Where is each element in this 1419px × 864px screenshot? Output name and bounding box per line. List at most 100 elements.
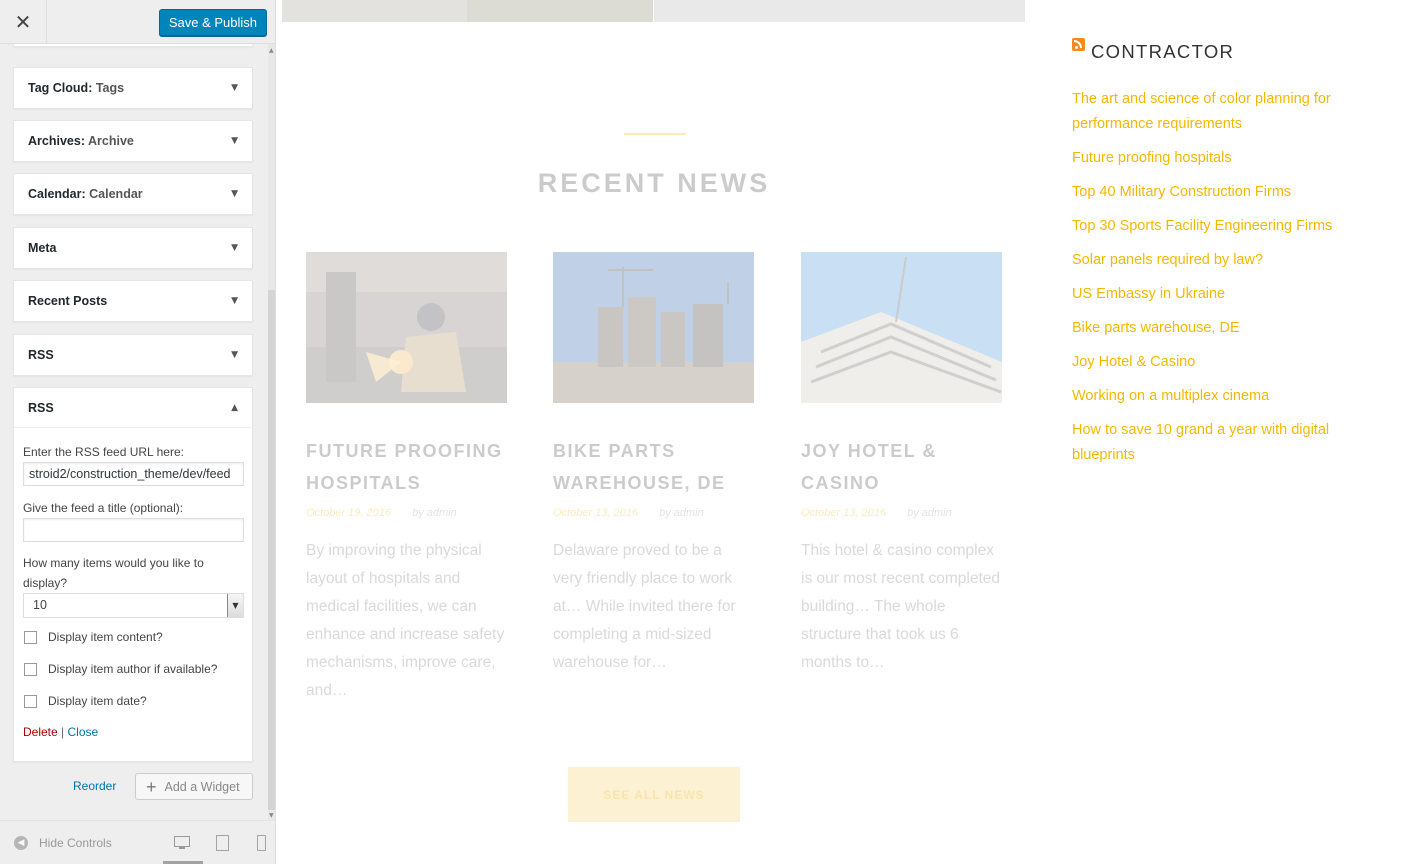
display-content-checkbox[interactable] [24, 631, 37, 644]
feed-url-input[interactable]: stroid2/construction_theme/dev/feed [23, 462, 244, 486]
rss-feed-item[interactable]: Working on a multiplex cinema [1072, 384, 1392, 409]
post-title[interactable]: BIKE PARTS WAREHOUSE, DE [553, 435, 754, 499]
post-meta: October 13, 2016 by admin [801, 507, 1002, 519]
rss-feed-item[interactable]: How to save 10 grand a year with digital… [1072, 418, 1392, 468]
section-title: RECENT NEWS [537, 168, 771, 198]
post-author[interactable]: by admin [659, 507, 704, 519]
rss-feed-item[interactable]: Top 30 Sports Facility Engineering Firms [1072, 214, 1392, 239]
display-author-checkbox[interactable] [24, 663, 37, 676]
feed-title-label: Give the feed a title (optional): [23, 501, 184, 515]
rss-feed-item[interactable]: Future proofing hospitals [1072, 146, 1392, 171]
widget-header[interactable]: Recent Posts ▼ [14, 281, 252, 321]
scroll-down-arrow-icon[interactable]: ▼ [269, 812, 274, 819]
rss-feed-item[interactable]: US Embassy in Ukraine [1072, 282, 1392, 307]
section-accent-line [624, 133, 686, 135]
rss-feed-item[interactable]: Top 40 Military Construction Firms [1072, 180, 1392, 205]
expand-arrow-icon[interactable]: ▼ [231, 296, 238, 306]
close-icon: ✕ [14, 10, 32, 34]
chevron-down-icon[interactable]: ▼ [227, 594, 243, 617]
widget-header[interactable]: Meta ▼ [14, 228, 252, 268]
rss-feed-item[interactable]: The art and science of color planning fo… [1072, 87, 1392, 137]
action-separator: | [61, 725, 65, 739]
expand-arrow-icon[interactable]: ▼ [231, 83, 238, 93]
widget-title: Calendar: Calendar [28, 187, 143, 201]
add-widget-button[interactable]: + Add a Widget [135, 773, 253, 800]
checkbox-row-author[interactable]: Display item author if available? [23, 659, 243, 691]
feed-url-label: Enter the RSS feed URL here: [23, 445, 184, 459]
widget-header[interactable]: Archives: Archive ▼ [14, 121, 252, 161]
see-all-news-button[interactable]: SEE ALL NEWS [568, 767, 740, 822]
post-thumbnail-cranes[interactable] [553, 252, 754, 403]
post-excerpt: Delaware proved to be a very friendly pl… [553, 542, 736, 671]
widget-header[interactable]: Calendar: Calendar ▼ [14, 174, 252, 214]
widget-archives[interactable]: Archives: Archive ▼ [13, 120, 253, 162]
post-thumbnail-hotel[interactable] [801, 252, 1002, 403]
post-title[interactable]: JOY HOTEL & CASINO [801, 435, 1002, 499]
widget-header[interactable]: RSS ▼ [14, 335, 252, 375]
tablet-preview-icon[interactable] [215, 835, 233, 851]
mobile-preview-icon[interactable] [255, 835, 273, 851]
expand-arrow-icon[interactable]: ▼ [231, 350, 238, 360]
items-count-select[interactable]: 10 ▼ [23, 593, 244, 618]
post-date: October 13, 2016 [801, 507, 887, 519]
site-preview: RECENT NEWS FUTURE PROOFING HOSPITALS Oc… [276, 0, 1419, 864]
rss-feed-item[interactable]: Bike parts warehouse, DE [1072, 316, 1392, 341]
widget-title: Tag Cloud: Tags [28, 81, 125, 95]
widget-rss-collapsed[interactable]: RSS ▼ [13, 334, 253, 376]
widget-actions: Delete | Close [23, 725, 243, 739]
news-post-card: BIKE PARTS WAREHOUSE, DE October 13, 201… [553, 252, 754, 677]
collapse-circle-icon: ◀ [14, 836, 28, 850]
widget-recent-posts[interactable]: Recent Posts ▼ [13, 280, 253, 322]
customizer-footer: ◀ Hide Controls [0, 820, 275, 864]
scroll-up-arrow-icon[interactable]: ▲ [269, 47, 274, 54]
widget-tag-cloud[interactable]: Tag Cloud: Tags ▼ [13, 67, 253, 109]
hide-controls-button[interactable]: ◀ Hide Controls [14, 836, 112, 850]
widget-meta[interactable]: Meta ▼ [13, 227, 253, 269]
widget-rss-expanded: RSS ▲ Enter the RSS feed URL here: stroi… [13, 387, 253, 762]
post-author[interactable]: by admin [412, 507, 457, 519]
customizer-header: ✕ Save & Publish [0, 0, 275, 44]
hide-controls-label: Hide Controls [39, 836, 112, 850]
plus-icon: + [146, 776, 157, 797]
checkbox-row-content[interactable]: Display item content? [23, 627, 243, 659]
post-date: October 13, 2016 [553, 507, 639, 519]
rss-feed-item[interactable]: Joy Hotel & Casino [1072, 350, 1392, 375]
widget-header[interactable]: RSS ▲ [14, 388, 252, 428]
widget-title: RSS [28, 348, 54, 362]
desktop-preview-icon[interactable] [173, 835, 191, 851]
feed-title-input[interactable] [23, 518, 244, 542]
close-widget-link[interactable]: Close [68, 725, 99, 739]
display-date-checkbox[interactable] [24, 695, 37, 708]
widget-header[interactable]: Tag Cloud: Tags ▼ [14, 68, 252, 108]
items-count-value: 10 [33, 598, 47, 612]
checkbox-label: Display item content? [48, 630, 163, 644]
post-excerpt: This hotel & casino complex is our most … [801, 542, 1001, 671]
rss-widget-form: Enter the RSS feed URL here: stroid2/con… [14, 442, 252, 739]
widget-calendar[interactable]: Calendar: Calendar ▼ [13, 173, 253, 215]
widget-title: Archives: Archive [28, 134, 134, 148]
expand-arrow-icon[interactable]: ▼ [231, 243, 238, 253]
reorder-widgets-link[interactable]: Reorder [73, 779, 116, 793]
items-count-label: How many items would you like to display… [23, 556, 204, 590]
post-title[interactable]: FUTURE PROOFING HOSPITALS [306, 435, 507, 499]
save-publish-button[interactable]: Save & Publish [158, 9, 267, 36]
checkbox-label: Display item author if available? [48, 662, 218, 676]
close-customizer-button[interactable]: ✕ [0, 0, 47, 44]
customizer-sidebar: ✕ Save & Publish Tag Cloud: Tags ▼ Archi… [0, 0, 276, 864]
news-post-card: JOY HOTEL & CASINO October 13, 2016 by a… [801, 252, 1002, 677]
expand-arrow-icon[interactable]: ▼ [231, 189, 238, 199]
delete-widget-link[interactable]: Delete [23, 725, 58, 739]
rss-feed-list: The art and science of color planning fo… [1072, 87, 1392, 477]
expand-arrow-icon[interactable]: ▼ [231, 136, 238, 146]
widget-title: Meta [28, 241, 57, 255]
rss-feed-item[interactable]: Solar panels required by law? [1072, 248, 1392, 273]
sidebar-scrollbar-thumb[interactable] [268, 290, 275, 810]
rss-widget-title[interactable]: CONTRACTOR [1091, 41, 1234, 63]
add-widget-label: Add a Widget [164, 779, 240, 794]
post-author[interactable]: by admin [907, 507, 952, 519]
post-thumbnail-welder[interactable] [306, 252, 507, 403]
rss-icon[interactable] [1072, 38, 1085, 51]
collapse-arrow-icon[interactable]: ▲ [231, 403, 238, 413]
post-excerpt: By improving the physical layout of hosp… [306, 542, 505, 699]
checkbox-row-date[interactable]: Display item date? [23, 691, 243, 723]
